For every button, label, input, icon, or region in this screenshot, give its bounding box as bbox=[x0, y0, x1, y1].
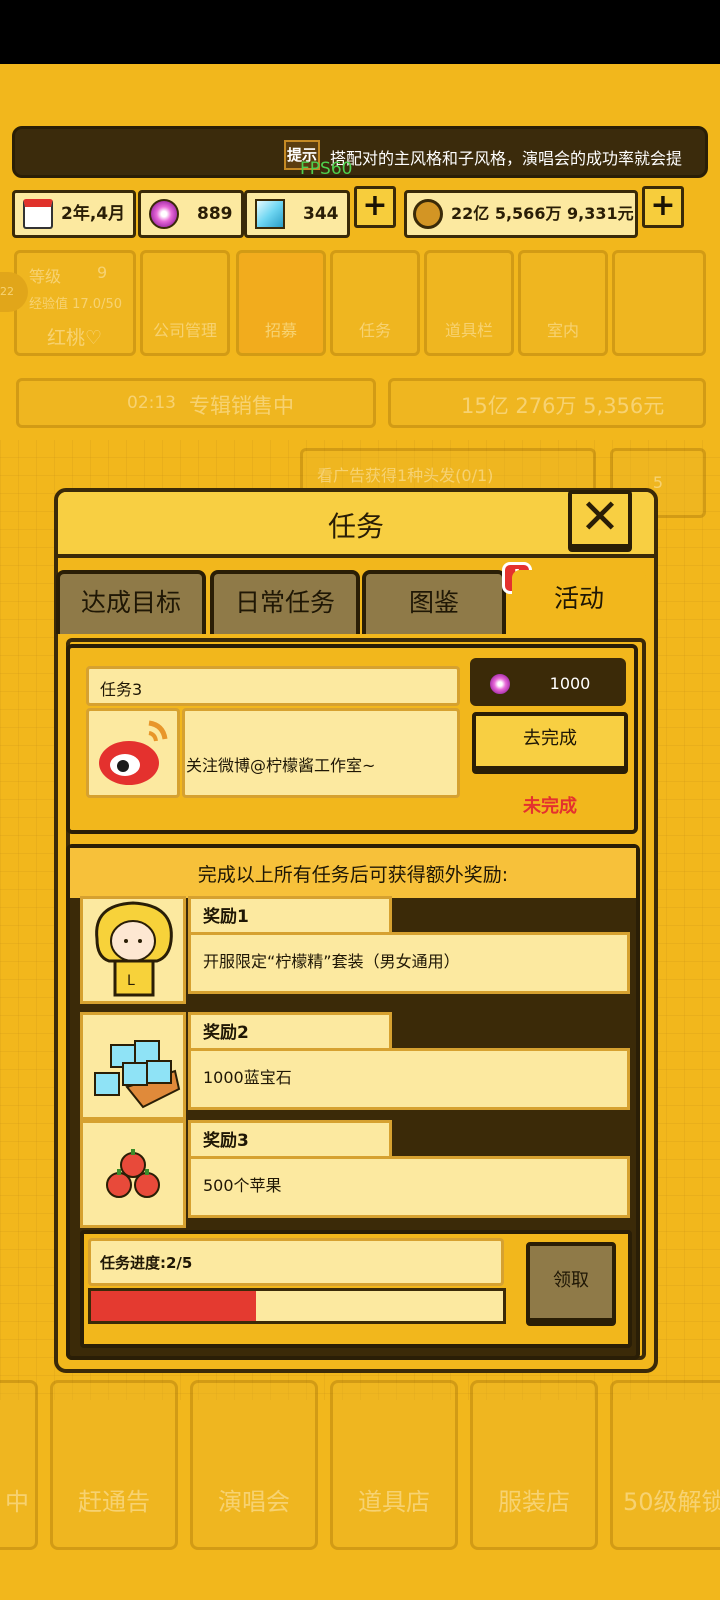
menu-tasks[interactable]: 任务 bbox=[330, 250, 420, 356]
tab-achievements[interactable]: 达成目标 bbox=[56, 570, 206, 634]
menu-label: 道具栏 bbox=[444, 321, 493, 340]
pink-gem-icon bbox=[488, 672, 512, 696]
sales-money-bar: 15亿 276万 5,356元 bbox=[388, 378, 706, 428]
progress-label: 任务进度:2/5 bbox=[100, 1254, 193, 1272]
blue-gem-counter: 344 bbox=[244, 190, 350, 238]
reward-row: 奖励3 500个苹果 bbox=[80, 1120, 630, 1230]
coin-icon bbox=[413, 199, 443, 229]
menu-interior[interactable]: 室内 bbox=[518, 250, 608, 356]
money-counter: 22亿 5,566万 9,331元 bbox=[404, 190, 638, 238]
bottom-menu-clothes-shop[interactable]: 服装店 bbox=[470, 1380, 598, 1550]
bottom-menu-item-shop[interactable]: 道具店 bbox=[330, 1380, 458, 1550]
reward-tag: 奖励3 bbox=[188, 1120, 392, 1160]
task-icon-box bbox=[86, 708, 180, 798]
album-sales-bar[interactable]: 02:13 专辑销售中 bbox=[16, 378, 376, 428]
bottom-label: 赶通告 bbox=[78, 1488, 150, 1516]
bonus-title: 完成以上所有任务后可获得额外奖励: bbox=[197, 864, 509, 886]
status-bar bbox=[0, 0, 720, 64]
menu-label: 招募 bbox=[264, 321, 297, 340]
menu-label: 室内 bbox=[546, 321, 579, 340]
sales-money: 15亿 276万 5,356元 bbox=[461, 394, 665, 418]
blue-gems-icon bbox=[80, 1012, 186, 1120]
date-display: 2年,4月 bbox=[12, 190, 136, 238]
close-button[interactable]: ✕ bbox=[568, 490, 632, 548]
sales-status: 专辑销售中 bbox=[189, 394, 294, 418]
reward-row: L 奖励1 开服限定“柠檬精”套装（男女通用） bbox=[80, 896, 630, 1006]
hint-text: 搭配对的主风格和子风格，演唱会的成功率就会提 bbox=[330, 149, 683, 168]
money-value: 22亿 5,566万 9,331元 bbox=[451, 204, 634, 223]
exp-label: 经验值 17.0/50 bbox=[29, 297, 122, 312]
menu-label: 任务 bbox=[358, 321, 391, 340]
menu-recruit[interactable]: 招募 bbox=[236, 250, 326, 356]
calendar-icon bbox=[23, 199, 53, 229]
blue-gem-icon bbox=[255, 199, 285, 229]
reward-description: 500个苹果 bbox=[188, 1156, 630, 1218]
bottom-label: 中 bbox=[5, 1488, 29, 1516]
menu-mail[interactable] bbox=[612, 250, 706, 356]
menu-label: 公司管理 bbox=[152, 321, 217, 340]
go-complete-button[interactable]: 去完成 bbox=[472, 712, 628, 770]
menu-company[interactable]: 公司管理 bbox=[140, 250, 230, 356]
tab-collection[interactable]: 图鉴 bbox=[362, 570, 506, 634]
level-label: 等级 bbox=[29, 267, 62, 286]
bottom-label: 演唱会 bbox=[218, 1488, 290, 1516]
pink-gem-icon bbox=[149, 199, 179, 229]
tab-daily[interactable]: 日常任务 bbox=[210, 570, 360, 634]
reward-row: 奖励2 1000蓝宝石 bbox=[80, 1012, 630, 1122]
add-gems-button[interactable]: + bbox=[354, 186, 396, 228]
bottom-menu-schedule[interactable]: 赶通告 bbox=[50, 1380, 178, 1550]
add-money-button[interactable]: + bbox=[642, 186, 684, 228]
reward-description: 1000蓝宝石 bbox=[188, 1048, 630, 1110]
level-value: 9 bbox=[97, 263, 108, 282]
menu-inventory[interactable]: 道具栏 bbox=[424, 250, 514, 356]
progress-fill bbox=[91, 1291, 256, 1321]
reward-tag: 奖励2 bbox=[188, 1012, 392, 1052]
bottom-label: 50级解锁 bbox=[623, 1488, 720, 1516]
player-name: 红桃♡ bbox=[47, 327, 103, 349]
bottom-menu-concert[interactable]: 演唱会 bbox=[190, 1380, 318, 1550]
blue-gem-value: 344 bbox=[303, 204, 339, 224]
weibo-icon bbox=[99, 720, 168, 785]
svg-text:L: L bbox=[127, 973, 135, 989]
task-name: 任务3 bbox=[100, 680, 143, 699]
modal-title: 任务 bbox=[327, 510, 384, 543]
bottom-menu-partial[interactable]: 中 bbox=[0, 1380, 38, 1550]
pink-gem-value: 889 bbox=[197, 204, 233, 224]
reward-tag: 奖励1 bbox=[188, 896, 392, 936]
ad-text: 看广告获得1种头发(0/1) bbox=[317, 466, 494, 485]
task-reward-amount: 1000 bbox=[549, 674, 591, 693]
lemon-costume-icon: L bbox=[80, 896, 186, 1004]
bottom-label: 服装店 bbox=[498, 1488, 570, 1516]
bottom-label: 道具店 bbox=[358, 1488, 430, 1516]
task-description: 关注微博@柠檬酱工作室~ bbox=[186, 756, 376, 775]
task-status: 未完成 bbox=[523, 796, 577, 817]
bottom-menu-locked[interactable]: 50级解锁 bbox=[610, 1380, 720, 1550]
date-value: 2年,4月 bbox=[61, 204, 126, 224]
tab-event[interactable]: 活动 bbox=[512, 570, 646, 634]
reward-description: 开服限定“柠檬精”套装（男女通用） bbox=[188, 932, 630, 994]
player-level-panel[interactable]: 等级 9 经验值 17.0/50 红桃♡ bbox=[14, 250, 136, 356]
pink-gem-counter: 889 bbox=[138, 190, 244, 238]
apples-icon bbox=[80, 1120, 186, 1228]
sales-timer: 02:13 bbox=[127, 393, 176, 413]
fps-counter: FPS60 bbox=[300, 159, 353, 179]
claim-button[interactable]: 领取 bbox=[526, 1242, 616, 1322]
